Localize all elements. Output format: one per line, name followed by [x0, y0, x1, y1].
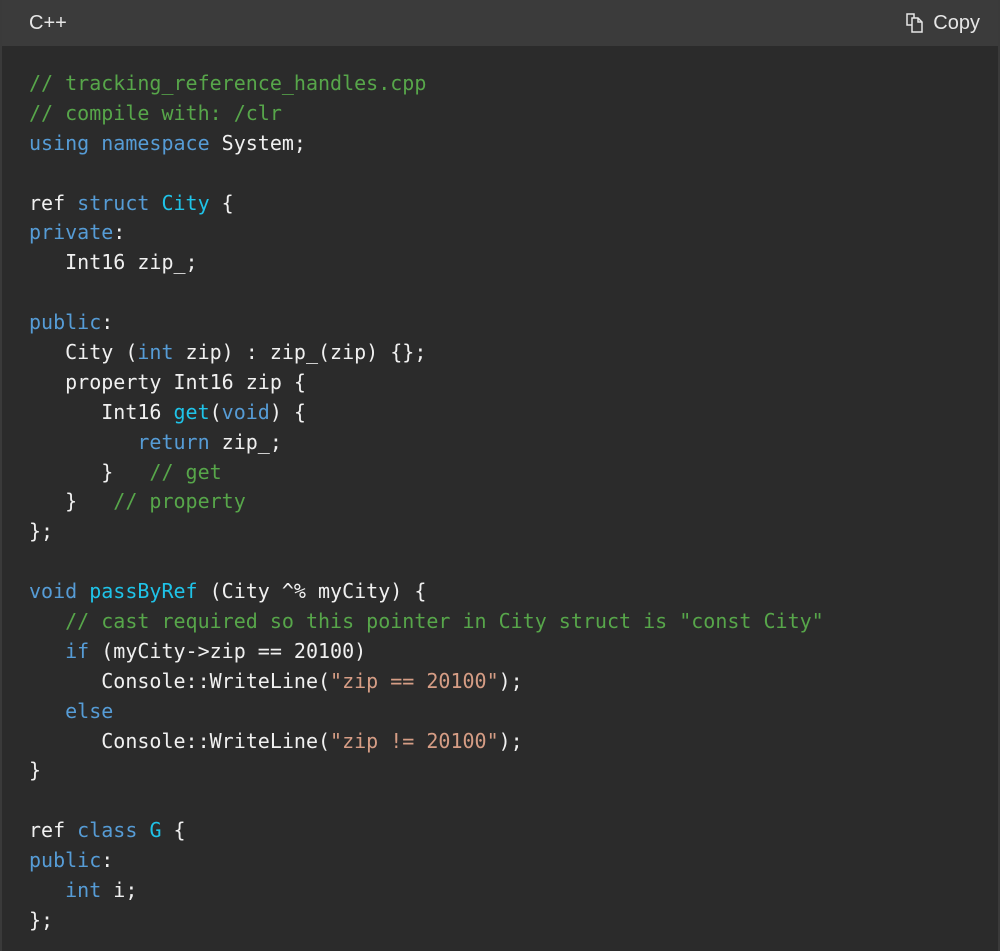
code-token-keyword: private — [29, 220, 114, 245]
code-line: else — [29, 697, 998, 727]
code-token-plain: : — [113, 220, 126, 245]
code-token-plain: ref — [29, 190, 78, 215]
code-token-keyword: void — [221, 399, 270, 424]
code-line: } // get — [29, 458, 998, 488]
code-token-comment: // compile with: /clr — [29, 100, 282, 125]
code-token-keyword: int — [65, 878, 102, 903]
code-line: int i; — [29, 876, 998, 906]
code-token-comment: // cast required so this pointer in City… — [65, 609, 824, 634]
code-token-plain: }; — [29, 907, 54, 932]
language-label: C++ — [29, 11, 67, 34]
code-token-keyword: if — [65, 638, 90, 663]
code-token-plain: { — [161, 818, 186, 843]
code-line: City (int zip) : zip_(zip) {}; — [29, 338, 998, 368]
code-line: Int16 zip_; — [29, 248, 998, 278]
code-content: // tracking_reference_handles.cpp // comp… — [2, 46, 998, 936]
code-token-plain: ); — [498, 728, 523, 753]
code-line: }; — [29, 906, 998, 936]
code-line: ref struct City { — [29, 189, 998, 219]
code-line: // cast required so this pointer in City… — [29, 607, 998, 637]
code-token-keyword: class — [77, 818, 138, 843]
code-token-keyword: return — [137, 429, 210, 454]
code-token-string: "zip == 20100" — [330, 668, 499, 693]
code-token-plain: }; — [29, 519, 54, 544]
code-line: private: — [29, 218, 998, 248]
code-line: }; — [29, 517, 998, 547]
code-token-type: get — [173, 399, 210, 424]
code-token-plain: ) { — [269, 399, 306, 424]
code-line: using namespace System; — [29, 129, 998, 159]
code-token-keyword: namespace — [101, 130, 210, 155]
code-line: Int16 get(void) { — [29, 398, 998, 428]
code-line: } — [29, 756, 998, 786]
code-token-plain: } — [29, 459, 150, 484]
code-token-plain: Int16 zip_; — [29, 250, 198, 275]
code-token-plain: ( — [209, 399, 222, 424]
code-line: Console::WriteLine("zip == 20100"); — [29, 667, 998, 697]
code-token-plain: zip) : zip_(zip) {}; — [173, 340, 427, 365]
code-line: void passByRef (City ^% myCity) { — [29, 577, 998, 607]
code-line: Console::WriteLine("zip != 20100"); — [29, 727, 998, 757]
code-token-comment: // get — [149, 459, 222, 484]
code-token-comment: // tracking_reference_handles.cpp — [29, 71, 427, 95]
code-token-plain: City ( — [29, 340, 138, 365]
code-line: public: — [29, 846, 998, 876]
code-line: ref class G { — [29, 816, 998, 846]
code-token-plain: property Int16 zip { — [29, 369, 306, 394]
code-token-keyword: struct — [77, 190, 150, 215]
code-token-plain: : — [101, 848, 114, 873]
code-token-plain: } — [29, 758, 42, 783]
code-token-plain: (myCity->zip == 20100) — [89, 638, 367, 663]
code-line: property Int16 zip { — [29, 368, 998, 398]
copy-label: Copy — [933, 11, 980, 34]
code-token-plain: Int16 — [29, 399, 174, 424]
code-line: return zip_; — [29, 428, 998, 458]
code-token-plain: zip_; — [209, 429, 282, 454]
code-token-comment: // property — [113, 489, 246, 514]
code-token-plain: Console::WriteLine( — [29, 668, 331, 693]
code-token-string: "zip != 20100" — [330, 728, 499, 753]
code-token-plain: { — [209, 190, 234, 215]
code-token-keyword: public — [29, 848, 102, 873]
code-token-plain: ref — [29, 818, 78, 843]
code-token-plain: Console::WriteLine( — [29, 728, 331, 753]
copy-icon — [905, 13, 925, 33]
code-line: // tracking_reference_handles.cpp — [29, 69, 998, 99]
code-line: public: — [29, 308, 998, 338]
code-token-plain: : — [101, 310, 114, 335]
code-token-type: passByRef — [89, 579, 198, 604]
code-block: C++ Copy // tracking_reference_handles.c… — [0, 0, 1000, 951]
code-token-type: City — [161, 190, 210, 215]
code-line: } // property — [29, 487, 998, 517]
code-token-plain: i; — [101, 878, 138, 903]
code-line: if (myCity->zip == 20100) — [29, 637, 998, 667]
code-token-keyword: void — [29, 579, 78, 604]
code-token-keyword: int — [137, 340, 174, 365]
code-token-keyword: else — [65, 698, 114, 723]
copy-button[interactable]: Copy — [905, 12, 980, 35]
code-token-plain: ); — [498, 668, 523, 693]
code-token-keyword: public — [29, 310, 102, 335]
code-line: // compile with: /clr — [29, 99, 998, 129]
code-token-keyword: using — [29, 130, 90, 155]
code-block-header: C++ Copy — [2, 0, 998, 46]
code-token-plain: System; — [209, 130, 306, 155]
code-token-plain: (City ^% myCity) { — [197, 579, 427, 604]
code-token-plain: } — [29, 489, 114, 514]
code-token-type: G — [149, 818, 162, 843]
